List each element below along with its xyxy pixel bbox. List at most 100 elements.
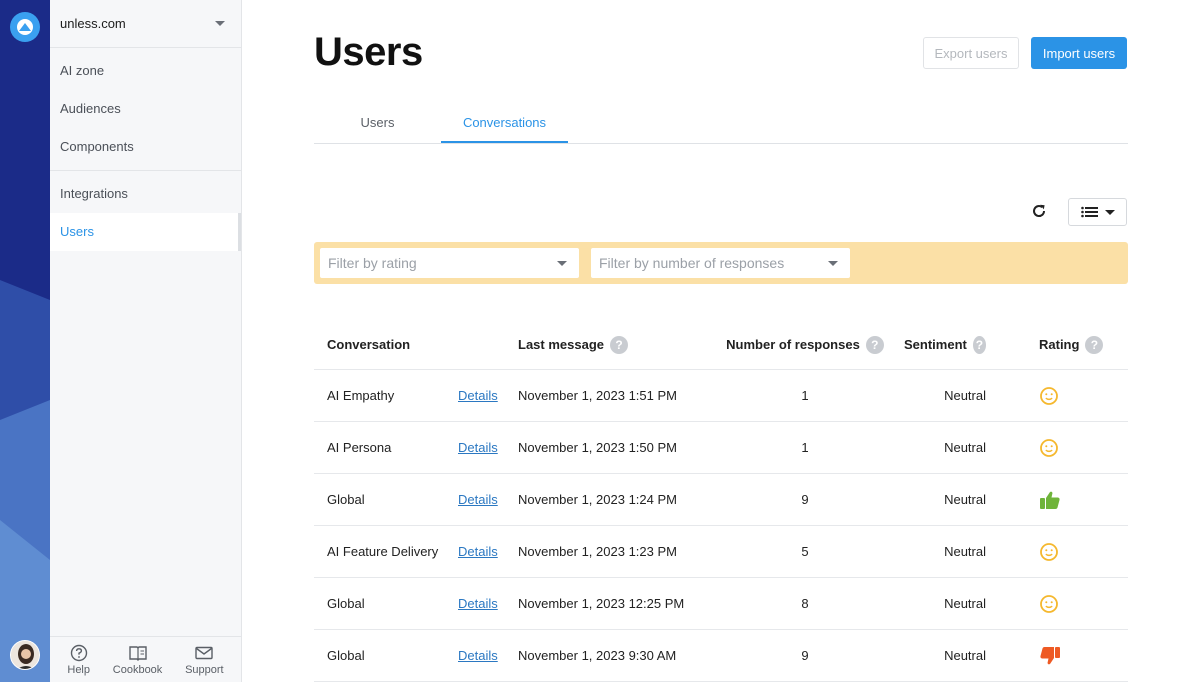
rating-neutral-icon bbox=[1039, 422, 1059, 473]
column-header-last-message-label: Last message bbox=[518, 337, 604, 352]
conversation-name: AI Feature Delivery bbox=[327, 544, 439, 559]
sidebar-item-components[interactable]: Components bbox=[50, 128, 241, 166]
mail-icon bbox=[195, 646, 214, 659]
table-row[interactable]: Global Details November 1, 2023 1:24 PM 9 Ne… bbox=[314, 474, 1128, 526]
sentiment-value: Neutral bbox=[944, 492, 986, 507]
support-label: Support bbox=[185, 663, 224, 676]
details-link[interactable]: Details bbox=[458, 526, 498, 577]
column-header-conversation[interactable]: Conversation bbox=[327, 320, 410, 369]
conversation-name: AI Empathy bbox=[327, 388, 395, 403]
chevron-down-icon bbox=[1104, 209, 1115, 215]
sentiment-value: Neutral bbox=[944, 440, 986, 455]
conversation-name: Global bbox=[327, 492, 365, 507]
response-count: 9 bbox=[801, 648, 809, 663]
help-tooltip-icon[interactable]: ? bbox=[972, 335, 986, 354]
column-header-sentiment[interactable]: Sentiment ? bbox=[904, 320, 986, 369]
logo-icon bbox=[17, 19, 33, 35]
details-link[interactable]: Details bbox=[458, 578, 498, 629]
last-message-time: November 1, 2023 9:30 AM bbox=[518, 648, 677, 663]
sentiment-value: Neutral bbox=[944, 544, 986, 559]
filter-bar: Filter by rating Filter by number of res… bbox=[314, 242, 1128, 284]
response-count: 8 bbox=[801, 596, 809, 611]
details-link[interactable]: Details bbox=[458, 422, 498, 473]
view-options-dropdown[interactable] bbox=[1068, 198, 1127, 226]
filter-rating-placeholder: Filter by rating bbox=[328, 255, 417, 271]
response-count: 5 bbox=[801, 544, 809, 559]
rating-neutral-icon bbox=[1039, 370, 1059, 421]
last-message-time: November 1, 2023 1:51 PM bbox=[518, 388, 677, 403]
column-header-responses[interactable]: Number of responses ? bbox=[706, 320, 904, 369]
rating-thumbs-down-icon bbox=[1039, 630, 1061, 681]
nav-group-secondary: Integrations Users bbox=[50, 171, 241, 255]
sentiment-value: Neutral bbox=[944, 596, 986, 611]
sidebar-item-ai-zone[interactable]: AI zone bbox=[50, 52, 241, 90]
app-logo[interactable] bbox=[10, 12, 40, 42]
help-icon bbox=[70, 644, 87, 661]
response-count: 1 bbox=[801, 388, 809, 403]
conversation-name: Global bbox=[327, 648, 365, 663]
main-content: Users Export users Import users Users Co… bbox=[314, 0, 1128, 682]
rail-background bbox=[0, 0, 50, 682]
table-row[interactable]: Global Details November 1, 2023 12:25 PM 8 N… bbox=[314, 578, 1128, 630]
help-label: Help bbox=[67, 663, 90, 676]
details-link[interactable]: Details bbox=[458, 630, 498, 681]
column-header-rating[interactable]: Rating ? bbox=[1039, 320, 1104, 369]
filter-responses-select[interactable]: Filter by number of responses bbox=[591, 248, 850, 278]
tab-users[interactable]: Users bbox=[314, 104, 441, 143]
nav-group-main: AI zone Audiences Components bbox=[50, 48, 241, 171]
conversation-name: AI Persona bbox=[327, 440, 392, 455]
table-row[interactable]: AI Feature Delivery Details November 1, 20… bbox=[314, 526, 1128, 578]
column-header-rating-label: Rating bbox=[1039, 337, 1080, 352]
cookbook-button[interactable]: Cookbook bbox=[112, 644, 163, 676]
sidebar-item-integrations[interactable]: Integrations bbox=[50, 175, 241, 213]
sidebar-item-audiences[interactable]: Audiences bbox=[50, 90, 241, 128]
tab-conversations[interactable]: Conversations bbox=[441, 104, 568, 143]
list-view-icon bbox=[1080, 206, 1098, 218]
help-tooltip-icon[interactable]: ? bbox=[865, 335, 884, 354]
help-tooltip-icon[interactable]: ? bbox=[1085, 335, 1104, 354]
rating-neutral-icon bbox=[1039, 526, 1059, 577]
sidebar-item-users[interactable]: Users bbox=[50, 213, 241, 251]
import-users-button[interactable]: Import users bbox=[1031, 37, 1127, 69]
app-rail bbox=[0, 0, 50, 682]
response-count: 9 bbox=[801, 492, 809, 507]
tab-bar: Users Conversations bbox=[314, 104, 1128, 144]
cookbook-label: Cookbook bbox=[112, 663, 163, 676]
help-button[interactable]: Help bbox=[67, 644, 90, 676]
last-message-time: November 1, 2023 1:24 PM bbox=[518, 492, 677, 507]
sidebar-footer: Help Cookbook Support bbox=[50, 636, 241, 682]
sentiment-value: Neutral bbox=[944, 648, 986, 663]
user-avatar[interactable] bbox=[10, 640, 40, 670]
rating-thumbs-up-icon bbox=[1039, 474, 1061, 525]
table-row[interactable]: AI Persona Details November 1, 2023 1:50 P… bbox=[314, 422, 1128, 474]
workspace-switcher[interactable]: unless.com bbox=[50, 0, 241, 48]
cookbook-icon bbox=[128, 645, 147, 661]
column-header-last-message[interactable]: Last message ? bbox=[518, 320, 628, 369]
rating-neutral-icon bbox=[1039, 578, 1059, 629]
details-link[interactable]: Details bbox=[458, 474, 498, 525]
table-row[interactable]: Global Details November 1, 2023 9:30 AM 9 Ne… bbox=[314, 630, 1128, 682]
workspace-name: unless.com bbox=[60, 16, 126, 31]
filter-responses-placeholder: Filter by number of responses bbox=[599, 255, 785, 271]
filter-rating-select[interactable]: Filter by rating bbox=[320, 248, 579, 278]
chevron-down-icon bbox=[215, 21, 225, 26]
refresh-button[interactable] bbox=[1028, 200, 1050, 222]
help-tooltip-icon[interactable]: ? bbox=[610, 335, 628, 354]
chevron-down-icon bbox=[557, 260, 567, 266]
table-header-row: Conversation Last message ? Number of re… bbox=[314, 320, 1128, 370]
sidebar: unless.com AI zone Audiences Components … bbox=[50, 0, 242, 682]
chevron-down-icon bbox=[828, 260, 838, 266]
page-title: Users bbox=[314, 30, 423, 74]
export-users-button[interactable]: Export users bbox=[923, 37, 1019, 69]
conversations-table: Conversation Last message ? Number of re… bbox=[314, 320, 1128, 682]
column-header-responses-label: Number of responses bbox=[726, 337, 860, 352]
last-message-time: November 1, 2023 12:25 PM bbox=[518, 596, 685, 611]
last-message-time: November 1, 2023 1:23 PM bbox=[518, 544, 677, 559]
details-link[interactable]: Details bbox=[458, 370, 498, 421]
response-count: 1 bbox=[801, 440, 809, 455]
sentiment-value: Neutral bbox=[944, 388, 986, 403]
support-button[interactable]: Support bbox=[185, 644, 224, 676]
last-message-time: November 1, 2023 1:50 PM bbox=[518, 440, 677, 455]
table-row[interactable]: AI Empathy Details November 1, 2023 1:51 P… bbox=[314, 370, 1128, 422]
table-body: AI Empathy Details November 1, 2023 1:51 P… bbox=[314, 370, 1128, 682]
